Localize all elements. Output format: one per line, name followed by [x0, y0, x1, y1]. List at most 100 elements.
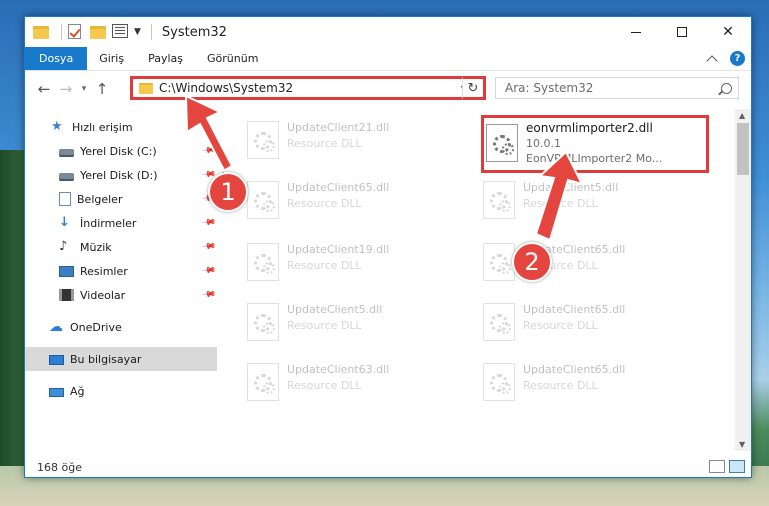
sidebar-item-documents[interactable]: Belgeler 📌	[25, 187, 217, 211]
sidebar-item-this-pc[interactable]: Bu bilgisayar	[25, 347, 217, 371]
customize-dropdown-icon[interactable]: ▼	[134, 27, 141, 37]
list-item[interactable]: UpdateClient65.dll Resource DLL	[245, 175, 475, 231]
quick-access-toolbar: ▼	[33, 24, 158, 40]
sidebar-item-pictures[interactable]: Resimler 📌	[25, 259, 217, 283]
address-path[interactable]: C:\Windows\System32	[159, 81, 462, 95]
vertical-scrollbar[interactable]: ▲ ▼	[735, 109, 751, 451]
title-bar: ▼ System32 ✕	[25, 17, 751, 47]
sidebar-item-videos[interactable]: Videolar 📌	[25, 283, 217, 307]
list-item[interactable]: UpdateClient5.dll Resource DLL	[245, 297, 475, 353]
ribbon-controls: ?	[706, 51, 745, 67]
scroll-down-icon[interactable]: ▼	[739, 440, 745, 449]
file-type: Resource DLL	[287, 379, 362, 392]
sidebar-item-onedrive[interactable]: ☁ OneDrive	[25, 315, 217, 339]
file-name: UpdateClient5.dll	[523, 181, 619, 194]
pin-icon[interactable]: 📌	[201, 240, 216, 255]
file-version: 10.0.1	[526, 137, 561, 150]
tab-home[interactable]: Giriş	[87, 47, 136, 70]
selected-file-item[interactable]: eonvrmlimporter2.dll 10.0.1 EonVRMLImpor…	[481, 115, 709, 173]
file-name: UpdateClient21.dll	[287, 121, 390, 134]
sidebar-item-label: Videolar	[80, 288, 126, 302]
back-arrow-icon: ←	[37, 80, 51, 98]
file-name: UpdateClient19.dll	[287, 243, 390, 256]
file-type: Resource DLL	[523, 197, 598, 210]
dll-file-icon	[247, 363, 279, 401]
sidebar-item-music[interactable]: ♪ Müzik 📌	[25, 235, 217, 259]
sidebar-item-label: Yerel Disk (D:)	[80, 168, 158, 182]
up-button[interactable]: ↑	[91, 78, 113, 100]
pin-icon[interactable]: 📌	[201, 144, 216, 159]
address-bar[interactable]: C:\Windows\System32	[130, 76, 482, 100]
list-item[interactable]: UpdateClient65.dll Resource DLL	[481, 357, 711, 413]
tab-share[interactable]: Paylaş	[136, 47, 195, 70]
pin-icon[interactable]: 📌	[201, 216, 216, 231]
pin-icon[interactable]: 📌	[201, 264, 216, 279]
file-type: Resource DLL	[523, 379, 598, 392]
sidebar-item-label: Müzik	[80, 240, 112, 254]
file-name: UpdateClient65.dll	[287, 181, 390, 194]
dll-file-icon	[247, 303, 279, 341]
file-list: UpdateClient21.dll Resource DLL UpdateCli…	[217, 109, 735, 451]
file-name: UpdateClient63.dll	[287, 363, 390, 376]
tab-file[interactable]: Dosya	[25, 47, 88, 70]
list-item[interactable]: UpdateClient5.dll Resource DLL	[481, 175, 711, 231]
properties-icon[interactable]	[112, 24, 128, 40]
pictures-icon	[59, 265, 74, 277]
sidebar-item-label: OneDrive	[70, 320, 122, 334]
maximize-icon	[677, 27, 687, 37]
maximize-button[interactable]	[659, 17, 705, 47]
properties-check-icon[interactable]	[68, 24, 84, 40]
sidebar-item-downloads[interactable]: ↓ İndirmeler 📌	[25, 211, 217, 235]
star-icon: ★	[51, 119, 63, 134]
file-type: Resource DLL	[287, 137, 362, 150]
divider	[61, 24, 62, 40]
dll-file-icon	[483, 243, 515, 281]
sidebar-item-quick-access[interactable]: ★ Hızlı erişim	[25, 115, 217, 139]
file-type: Resource DLL	[287, 259, 362, 272]
sidebar-item-label: Hızlı erişim	[72, 120, 133, 134]
file-type: Resource DLL	[523, 319, 598, 332]
scrollbar-thumb[interactable]	[737, 123, 749, 175]
close-icon: ✕	[722, 24, 734, 40]
dll-file-icon	[483, 363, 515, 401]
help-icon[interactable]: ?	[730, 51, 745, 66]
dll-file-icon	[483, 181, 515, 219]
file-description: EonVRMLImporter2 Mo...	[526, 152, 663, 165]
file-type: Resource DLL	[287, 319, 362, 332]
search-input[interactable]: Ara: System32	[495, 77, 739, 99]
close-button[interactable]: ✕	[705, 17, 751, 47]
dll-file-icon	[247, 243, 279, 281]
refresh-button[interactable]: ↻	[462, 76, 486, 100]
minimize-icon	[631, 31, 641, 33]
pin-icon[interactable]: 📌	[201, 288, 216, 303]
minimize-button[interactable]	[613, 17, 659, 47]
disk-icon	[59, 173, 74, 181]
sidebar-item-label: İndirmeler	[80, 216, 137, 230]
computer-icon	[49, 355, 64, 365]
forward-button[interactable]: →	[55, 78, 77, 100]
annotation-badge-2: 2	[512, 242, 552, 282]
expand-ribbon-icon[interactable]	[706, 55, 718, 67]
list-item[interactable]: UpdateClient21.dll Resource DLL	[245, 115, 475, 171]
recent-locations-dropdown[interactable]: ▾	[77, 84, 91, 94]
sidebar-item-label: Bu bilgisayar	[70, 352, 142, 366]
list-item[interactable]: UpdateClient63.dll Resource DLL	[245, 357, 475, 413]
item-count: 168 öğe	[37, 460, 82, 474]
details-view-icon[interactable]	[709, 460, 725, 473]
status-bar: 168 öğe	[25, 457, 751, 477]
list-item[interactable]: UpdateClient65.dll Resource DLL	[481, 297, 711, 353]
sidebar-item-network[interactable]: Ağ	[25, 379, 217, 403]
up-arrow-icon: ↑	[95, 80, 109, 98]
downloads-icon: ↓	[59, 215, 70, 230]
tab-view[interactable]: Görünüm	[195, 47, 270, 70]
scroll-up-icon[interactable]: ▲	[739, 111, 745, 120]
new-folder-icon[interactable]	[90, 24, 106, 40]
sidebar-item-local-disk-c[interactable]: Yerel Disk (C:) 📌	[25, 139, 217, 163]
view-toggle	[705, 460, 745, 473]
sidebar-item-local-disk-d[interactable]: Yerel Disk (D:) 📌	[25, 163, 217, 187]
list-item[interactable]: UpdateClient19.dll Resource DLL	[245, 237, 475, 293]
file-name: UpdateClient65.dll	[523, 363, 626, 376]
back-button[interactable]: ←	[33, 78, 55, 100]
search-placeholder: Ara: System32	[505, 81, 594, 95]
large-icons-view-icon[interactable]	[729, 460, 745, 473]
